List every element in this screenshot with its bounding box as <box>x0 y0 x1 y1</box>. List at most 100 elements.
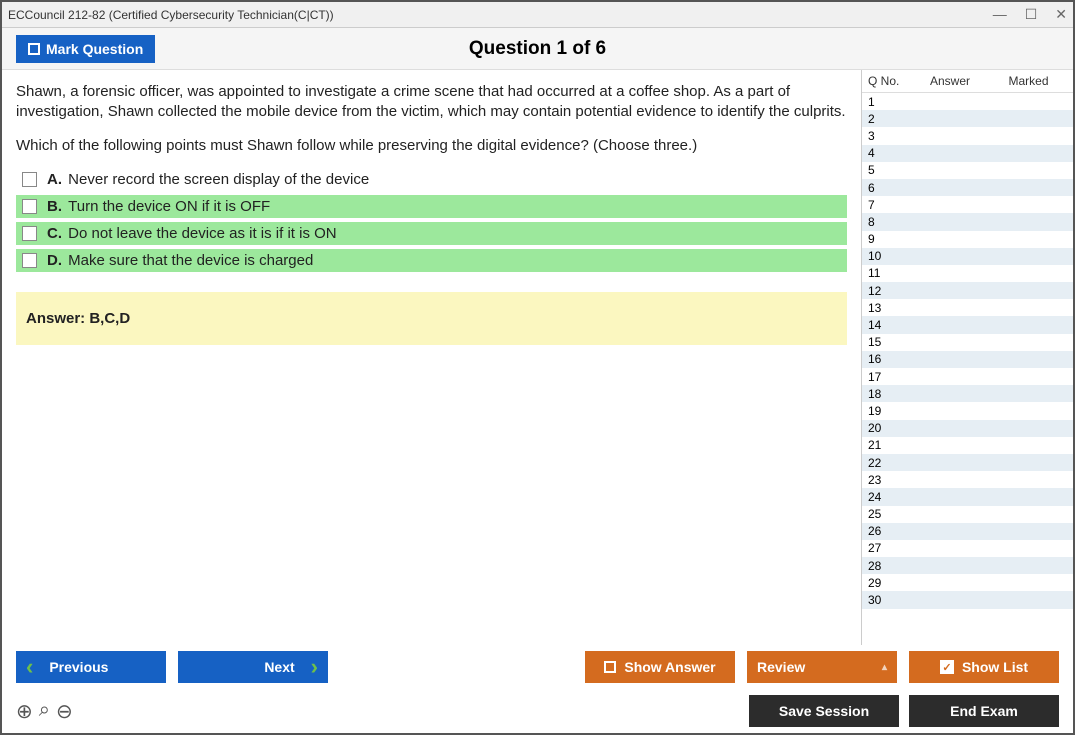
question-number: 9 <box>868 232 910 246</box>
question-number: 20 <box>868 421 910 435</box>
next-button[interactable]: Next <box>178 651 328 683</box>
question-content: Shawn, a forensic officer, was appointed… <box>2 70 861 645</box>
question-list-row[interactable]: 27 <box>862 540 1073 557</box>
question-list-row[interactable]: 10 <box>862 248 1073 265</box>
question-list-row[interactable]: 26 <box>862 523 1073 540</box>
header-row: Mark Question Question 1 of 6 <box>2 28 1073 70</box>
option-label: B. <box>47 198 66 215</box>
close-icon[interactable]: ✕ <box>1055 6 1067 23</box>
question-list-row[interactable]: 7 <box>862 196 1073 213</box>
question-prompt: Which of the following points must Shawn… <box>16 137 847 154</box>
question-list-row[interactable]: 13 <box>862 299 1073 316</box>
col-qno: Q No. <box>868 74 910 88</box>
options-container: A. Never record the screen display of th… <box>16 168 847 272</box>
mark-question-button[interactable]: Mark Question <box>16 35 155 63</box>
question-number: 13 <box>868 301 910 315</box>
end-exam-button[interactable]: End Exam <box>909 695 1059 727</box>
titlebar: ECCouncil 212-82 (Certified Cybersecurit… <box>2 2 1073 28</box>
answer-box: Answer: B,C,D <box>16 292 847 345</box>
question-number: 26 <box>868 524 910 538</box>
option-checkbox[interactable] <box>22 253 37 268</box>
show-answer-button[interactable]: Show Answer <box>585 651 735 683</box>
question-number: 14 <box>868 318 910 332</box>
option-row[interactable]: D. Make sure that the device is charged <box>16 249 847 272</box>
option-checkbox[interactable] <box>22 199 37 214</box>
question-list-row[interactable]: 22 <box>862 454 1073 471</box>
maximize-icon[interactable]: ☐ <box>1025 6 1038 23</box>
option-row[interactable]: B. Turn the device ON if it is OFF <box>16 195 847 218</box>
question-list-row[interactable]: 3 <box>862 127 1073 144</box>
save-session-label: Save Session <box>779 703 869 719</box>
question-list-row[interactable]: 30 <box>862 591 1073 608</box>
checkbox-icon <box>604 661 616 673</box>
question-number: 4 <box>868 146 910 160</box>
question-number: 6 <box>868 181 910 195</box>
question-number: 18 <box>868 387 910 401</box>
question-list-row[interactable]: 28 <box>862 557 1073 574</box>
question-list-row[interactable]: 29 <box>862 574 1073 591</box>
option-checkbox[interactable] <box>22 172 37 187</box>
question-number: 29 <box>868 576 910 590</box>
option-label: D. <box>47 252 66 269</box>
next-label: Next <box>264 659 294 675</box>
question-list-row[interactable]: 14 <box>862 316 1073 333</box>
question-list-row[interactable]: 19 <box>862 402 1073 419</box>
question-list-row[interactable]: 20 <box>862 420 1073 437</box>
option-checkbox[interactable] <box>22 226 37 241</box>
zoom-out-icon[interactable]: ⊖ <box>56 699 73 724</box>
question-list-row[interactable]: 16 <box>862 351 1073 368</box>
question-list-row[interactable]: 18 <box>862 385 1073 402</box>
question-list-row[interactable]: 21 <box>862 437 1073 454</box>
question-number: 27 <box>868 541 910 555</box>
question-list-row[interactable]: 6 <box>862 179 1073 196</box>
question-number: 25 <box>868 507 910 521</box>
show-answer-label: Show Answer <box>624 659 715 675</box>
question-list-row[interactable]: 25 <box>862 506 1073 523</box>
question-list-row[interactable]: 4 <box>862 145 1073 162</box>
footer-nav-row: Previous Next Show Answer Review ✓ Show … <box>2 645 1073 689</box>
question-number: 5 <box>868 163 910 177</box>
zoom-reset-icon[interactable]: ⌕ <box>39 699 50 724</box>
question-list-row[interactable]: 15 <box>862 334 1073 351</box>
question-number: 2 <box>868 112 910 126</box>
show-list-button[interactable]: ✓ Show List <box>909 651 1059 683</box>
option-text: D. Make sure that the device is charged <box>47 252 313 269</box>
question-number: 17 <box>868 370 910 384</box>
minimize-icon[interactable]: — <box>993 6 1007 23</box>
question-list-row[interactable]: 23 <box>862 471 1073 488</box>
question-list-row[interactable]: 17 <box>862 368 1073 385</box>
question-list-row[interactable]: 5 <box>862 162 1073 179</box>
question-number: 1 <box>868 95 910 109</box>
option-row[interactable]: C. Do not leave the device as it is if i… <box>16 222 847 245</box>
previous-button[interactable]: Previous <box>16 651 166 683</box>
zoom-in-icon[interactable]: ⊕ <box>16 699 33 724</box>
question-number: 30 <box>868 593 910 607</box>
option-label: A. <box>47 171 66 188</box>
question-list-row[interactable]: 12 <box>862 282 1073 299</box>
mark-question-label: Mark Question <box>46 41 143 57</box>
checkbox-icon <box>28 43 40 55</box>
question-list[interactable]: 1234567891011121314151617181920212223242… <box>862 93 1073 645</box>
question-counter: Question 1 of 6 <box>469 38 606 60</box>
question-list-row[interactable]: 11 <box>862 265 1073 282</box>
question-number: 28 <box>868 559 910 573</box>
option-text: A. Never record the screen display of th… <box>47 171 369 188</box>
end-exam-label: End Exam <box>950 703 1018 719</box>
question-list-row[interactable]: 2 <box>862 110 1073 127</box>
question-list-header: Q No. Answer Marked <box>862 70 1073 93</box>
question-number: 8 <box>868 215 910 229</box>
window-controls: — ☐ ✕ <box>993 6 1067 23</box>
footer-util-row: ⊕ ⌕ ⊖ Save Session End Exam <box>2 689 1073 733</box>
question-list-row[interactable]: 8 <box>862 213 1073 230</box>
question-list-row[interactable]: 24 <box>862 488 1073 505</box>
save-session-button[interactable]: Save Session <box>749 695 899 727</box>
question-list-row[interactable]: 1 <box>862 93 1073 110</box>
previous-label: Previous <box>49 659 108 675</box>
col-marked: Marked <box>990 74 1067 88</box>
col-answer: Answer <box>910 74 990 88</box>
question-number: 10 <box>868 249 910 263</box>
review-button[interactable]: Review <box>747 651 897 683</box>
option-row[interactable]: A. Never record the screen display of th… <box>16 168 847 191</box>
review-label: Review <box>757 659 805 675</box>
question-list-row[interactable]: 9 <box>862 231 1073 248</box>
